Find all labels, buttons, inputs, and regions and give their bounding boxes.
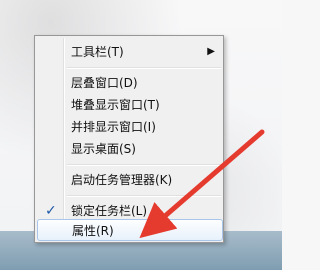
menu-item-label: 属性(R)	[72, 224, 114, 238]
menu-item-label: 显示桌面(S)	[71, 142, 136, 156]
menu-item-label: 启动任务管理器(K)	[71, 173, 173, 187]
menu-item-label: 层叠窗口(D)	[71, 76, 138, 90]
menu-item-show-windows-stacked[interactable]: 堆叠显示窗口(T)	[37, 94, 223, 116]
menu-item-label: 并排显示窗口(I)	[71, 120, 156, 134]
taskbar-context-menu: 工具栏(T) ▶ 层叠窗口(D) 堆叠显示窗口(T) 并排显示窗口(I) 显示桌…	[34, 35, 224, 243]
menu-item-properties[interactable]: 属性(R)	[37, 219, 223, 241]
menu-item-label: 工具栏(T)	[71, 45, 124, 59]
menu-item-label: 堆叠显示窗口(T)	[71, 98, 160, 112]
menu-item-show-windows-side-by-side[interactable]: 并排显示窗口(I)	[37, 116, 223, 138]
menu-separator	[67, 164, 221, 166]
menu-item-cascade-windows[interactable]: 层叠窗口(D)	[37, 72, 223, 94]
menu-separator	[67, 67, 221, 69]
menu-item-show-desktop[interactable]: 显示桌面(S)	[37, 138, 223, 160]
menu-item-toolbars[interactable]: 工具栏(T) ▶	[37, 41, 223, 63]
menu-separator	[67, 195, 221, 197]
chevron-right-icon: ▶	[207, 46, 215, 57]
menu-item-start-task-manager[interactable]: 启动任务管理器(K)	[37, 169, 223, 191]
